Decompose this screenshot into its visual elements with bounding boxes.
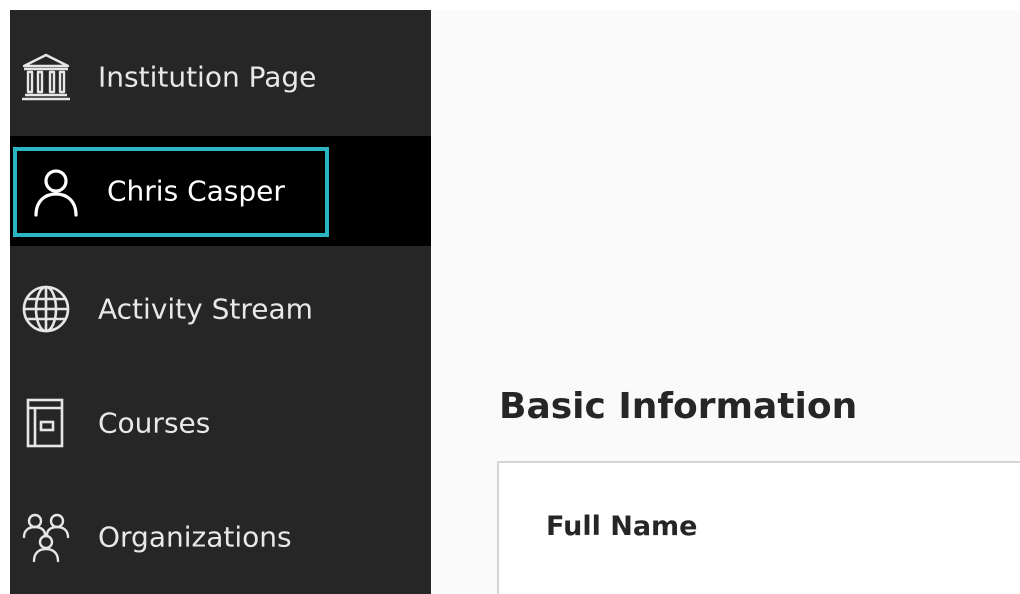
courses-icon [18,395,74,451]
sidebar-item-label: Courses [98,406,211,440]
globe-icon [18,281,74,337]
sidebar-item-courses[interactable]: Courses [10,368,431,478]
sidebar-item-institution-page[interactable]: Institution Page [10,22,431,132]
sidebar-item-organizations[interactable]: Organizations [10,482,431,592]
sidebar-item-activity-stream[interactable]: Activity Stream [10,254,431,364]
section-title: Basic Information [499,386,858,427]
organizations-icon [18,509,74,565]
app-window: Institution Page Chris Casper Activity S… [0,0,1020,594]
sidebar-item-label: Activity Stream [98,292,313,326]
user-icon [28,163,84,219]
sidebar-item-label: Organizations [98,520,292,554]
main-content: Basic Information Full Name [431,10,1020,594]
institution-icon [18,49,74,105]
sidebar-item-label: Chris Casper [107,174,285,208]
sidebar-item-label: Institution Page [98,60,317,94]
sidebar-nav: Institution Page Chris Casper Activity S… [10,10,431,594]
sidebar-item-profile[interactable]: Chris Casper [10,136,431,246]
full-name-label: Full Name [546,511,698,542]
basic-info-card: Full Name [497,461,1020,594]
